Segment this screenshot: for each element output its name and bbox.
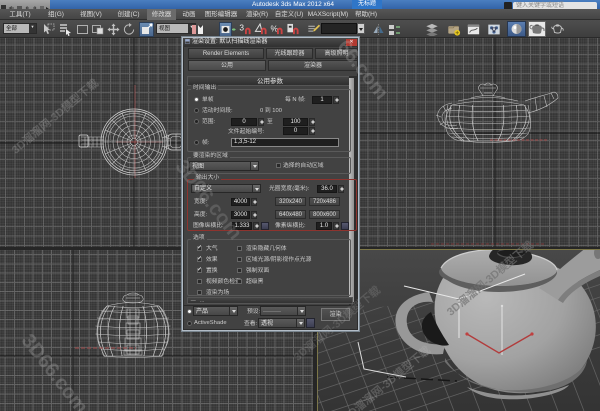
svg-text:3: 3 bbox=[239, 23, 244, 32]
